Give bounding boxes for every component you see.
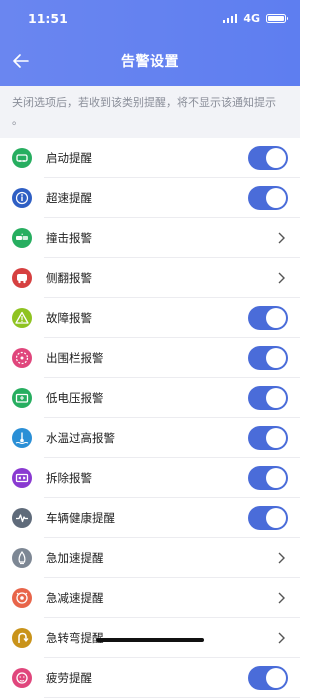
chevron-right-icon[interactable]	[274, 231, 288, 245]
alert-toggle[interactable]	[248, 466, 288, 490]
alert-toggle[interactable]	[248, 146, 288, 170]
battery-icon	[12, 388, 32, 408]
status-indicators: 4G	[222, 11, 288, 25]
health-pulse-icon	[12, 508, 32, 528]
alert-label: 低电压报警	[46, 391, 104, 405]
alert-label: 侧翻报警	[46, 271, 92, 285]
nav-bar: 告警设置	[0, 36, 300, 86]
alert-row[interactable]: 疲劳提醒	[0, 658, 300, 698]
rollover-icon	[12, 268, 32, 288]
geofence-icon	[12, 348, 32, 368]
alert-label: 急加速提醒	[46, 551, 104, 565]
network-type: 4G	[243, 11, 260, 25]
header-bar: 11:51 4G 告警设置	[0, 0, 300, 86]
water-temp-icon	[12, 428, 32, 448]
alert-row[interactable]: 拆除报警	[0, 458, 300, 498]
alert-row[interactable]: 撞击报警	[0, 218, 300, 258]
alert-row[interactable]: 故障报警	[0, 298, 300, 338]
alert-row[interactable]: 启动提醒	[0, 138, 300, 178]
fatigue-icon	[12, 668, 32, 688]
alert-toggle[interactable]	[248, 666, 288, 690]
alert-row[interactable]: 出围栏报警	[0, 338, 300, 378]
alert-label: 出围栏报警	[46, 351, 104, 365]
alert-toggle[interactable]	[248, 426, 288, 450]
alert-row[interactable]: 急减速提醒	[0, 578, 300, 618]
car-start-icon	[12, 148, 32, 168]
fault-warning-icon	[12, 308, 32, 328]
alert-label: 超速提醒	[46, 191, 92, 205]
chevron-right-icon[interactable]	[274, 631, 288, 645]
status-bar: 11:51 4G	[0, 0, 300, 36]
chevron-right-icon[interactable]	[274, 551, 288, 565]
home-indicator[interactable]	[96, 638, 204, 642]
alert-label: 急减速提醒	[46, 591, 104, 605]
status-time: 11:51	[28, 10, 68, 26]
alert-row[interactable]: 急加速提醒	[0, 538, 300, 578]
signal-icon	[222, 13, 238, 23]
notice-text: 关闭选项后，若收到该类别提醒，将不显示该通知提示 。	[0, 86, 300, 138]
alert-row[interactable]: 超速提醒	[0, 178, 300, 218]
alert-label: 拆除报警	[46, 471, 92, 485]
alert-label: 故障报警	[46, 311, 92, 325]
back-button[interactable]	[10, 50, 32, 72]
alert-label: 撞击报警	[46, 231, 92, 245]
chevron-right-icon[interactable]	[274, 591, 288, 605]
alert-label: 疲劳提醒	[46, 671, 92, 685]
alert-label: 水温过高报警	[46, 431, 115, 445]
speed-info-icon	[12, 188, 32, 208]
alert-toggle[interactable]	[248, 386, 288, 410]
alert-row[interactable]: 车辆健康提醒	[0, 498, 300, 538]
alert-settings-list: 启动提醒超速提醒撞击报警侧翻报警故障报警出围栏报警低电压报警水温过高报警 拆除报警…	[0, 138, 300, 698]
alert-toggle[interactable]	[248, 346, 288, 370]
alert-row[interactable]: 低电压报警	[0, 378, 300, 418]
rapid-accel-icon	[12, 548, 32, 568]
alert-toggle[interactable]	[248, 186, 288, 210]
page-title: 告警设置	[121, 54, 179, 70]
alert-label: 车辆健康提醒	[46, 511, 115, 525]
chevron-right-icon[interactable]	[274, 271, 288, 285]
battery-status-icon	[266, 13, 288, 23]
alert-toggle[interactable]	[248, 306, 288, 330]
alert-row[interactable]: 侧翻报警	[0, 258, 300, 298]
removal-icon	[12, 468, 32, 488]
hard-brake-icon	[12, 588, 32, 608]
alert-row[interactable]: 水温过高报警	[0, 418, 300, 458]
crash-icon	[12, 228, 32, 248]
alert-toggle[interactable]	[248, 506, 288, 530]
sharp-turn-icon	[12, 628, 32, 648]
alert-label: 启动提醒	[46, 151, 92, 165]
arrow-left-icon	[13, 54, 29, 68]
